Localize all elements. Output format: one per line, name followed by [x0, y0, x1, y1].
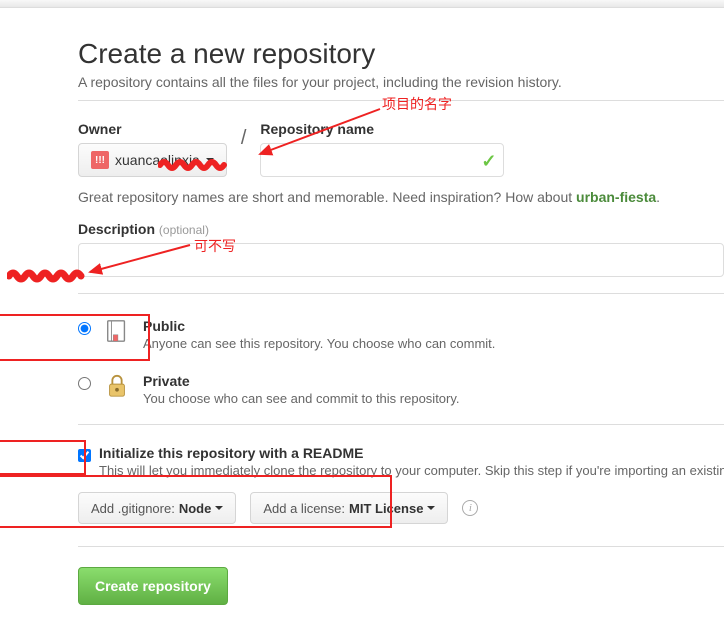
info-icon[interactable]: i: [462, 500, 478, 516]
init-desc: This will let you immediately clone the …: [99, 463, 724, 478]
public-option[interactable]: Public Anyone can see this repository. Y…: [78, 314, 724, 355]
repo-name-label: Repository name: [260, 121, 504, 137]
gitignore-dropdown[interactable]: Add .gitignore: Node: [78, 492, 236, 524]
private-desc: You choose who can see and commit to thi…: [143, 391, 460, 406]
init-title: Initialize this repository with a README: [99, 445, 724, 461]
license-value: MIT License: [349, 501, 423, 516]
desc-label-text: Description: [78, 221, 155, 237]
repo-name-wrap: ✓: [260, 143, 504, 177]
check-icon: ✓: [481, 151, 496, 172]
owner-username: xuancaolinxia: [115, 152, 200, 168]
page-subtitle: A repository contains all the files for …: [78, 74, 724, 90]
caret-down-icon: [427, 506, 435, 510]
public-radio[interactable]: [78, 322, 91, 335]
init-text: Initialize this repository with a README…: [99, 445, 724, 478]
divider: [78, 424, 724, 425]
suggestion-link[interactable]: urban-fiesta: [576, 189, 656, 205]
repo-name-input[interactable]: [260, 143, 504, 177]
license-prefix: Add a license:: [263, 501, 345, 516]
divider: [78, 546, 724, 547]
caret-down-icon: [215, 506, 223, 510]
gitignore-value: Node: [179, 501, 212, 516]
avatar-icon: !!!: [91, 151, 109, 169]
private-option[interactable]: Private You choose who can see and commi…: [78, 369, 724, 410]
gitignore-prefix: Add .gitignore:: [91, 501, 175, 516]
repo-hint: Great repository names are short and mem…: [78, 189, 724, 205]
highlight-box-readme: [0, 440, 86, 475]
page-title: Create a new repository: [78, 38, 724, 70]
hint-text: Great repository names are short and mem…: [78, 189, 576, 205]
owner-repo-row: Owner !!! xuancaolinxia / Repository nam…: [78, 121, 724, 177]
repo-public-icon: [103, 318, 131, 344]
init-readme-row[interactable]: Initialize this repository with a README…: [78, 445, 724, 478]
public-title: Public: [143, 318, 495, 334]
owner-label: Owner: [78, 121, 227, 137]
private-text: Private You choose who can see and commi…: [143, 373, 460, 406]
private-radio[interactable]: [78, 377, 91, 390]
caret-down-icon: [206, 158, 214, 162]
init-readme-checkbox[interactable]: [78, 449, 91, 462]
repo-name-col: Repository name ✓: [260, 121, 504, 177]
public-desc: Anyone can see this repository. You choo…: [143, 336, 495, 351]
description-input[interactable]: [78, 243, 724, 277]
scribble-description: [7, 267, 87, 285]
private-title: Private: [143, 373, 460, 389]
slash-divider: /: [237, 121, 251, 150]
divider: [78, 293, 724, 294]
public-text: Public Anyone can see this repository. Y…: [143, 318, 495, 351]
hint-after: .: [656, 189, 660, 205]
description-col: Description (optional): [78, 221, 724, 277]
optional-text: (optional): [159, 223, 209, 237]
top-bar: [0, 0, 724, 8]
dropdown-row: Add .gitignore: Node Add a license: MIT …: [78, 492, 724, 524]
divider: [78, 100, 724, 101]
annotation-name: 项目的名字: [382, 94, 452, 114]
description-label: Description (optional): [78, 221, 724, 237]
page-container: Create a new repository A repository con…: [0, 8, 724, 635]
owner-select[interactable]: !!! xuancaolinxia: [78, 143, 227, 177]
owner-col: Owner !!! xuancaolinxia: [78, 121, 227, 177]
license-dropdown[interactable]: Add a license: MIT License: [250, 492, 448, 524]
lock-icon: [103, 373, 131, 399]
create-repository-button[interactable]: Create repository: [78, 567, 228, 605]
